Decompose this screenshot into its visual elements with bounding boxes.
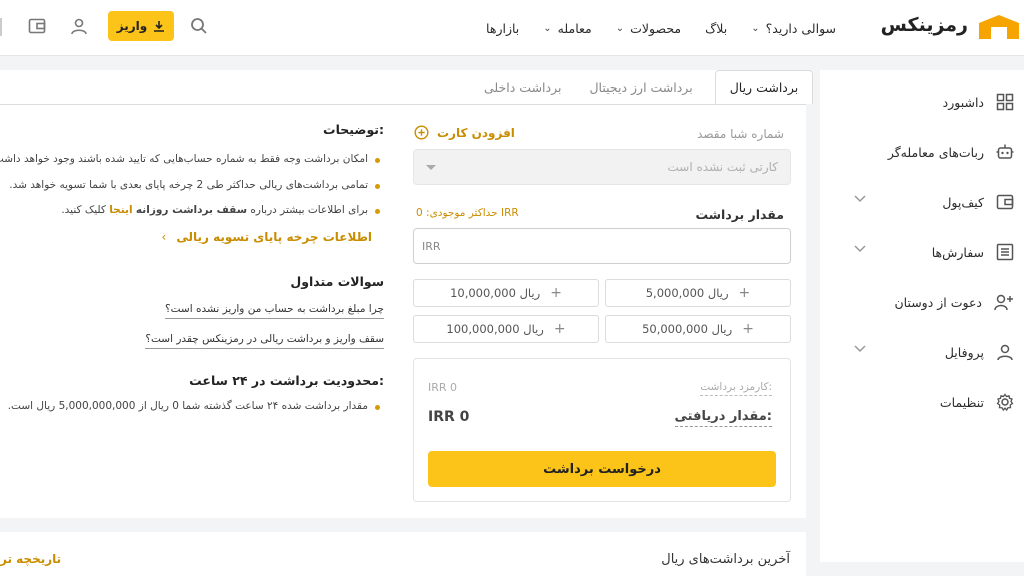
sidebar: داشبورد ربات‌های معامله‌گر کیف‌پول سفارش… (820, 70, 1024, 562)
tab-rial-withdraw[interactable]: برداشت ریال (714, 70, 814, 104)
sidebar-item-bots[interactable]: ربات‌های معامله‌گر (820, 127, 1024, 177)
invite-icon (994, 293, 1014, 311)
search-icon[interactable] (190, 17, 208, 35)
amount-label: مقدار برداشت (695, 207, 784, 222)
faq-item[interactable]: سقف واریز و برداشت ریالی در رمزینکس چقدر… (145, 333, 384, 349)
plus-icon: + (553, 321, 566, 337)
sidebar-item-orders[interactable]: سفارش‌ها (820, 227, 1024, 277)
chevron-down-icon (854, 245, 866, 253)
info-bullet: امکان برداشت وجه فقط به شماره حساب‌هایی … (0, 153, 381, 165)
nav-products[interactable]: محصولات ⌄ (616, 21, 681, 36)
nav-blog[interactable]: بلاگ (705, 21, 727, 36)
here-link[interactable]: اینجا (109, 204, 132, 216)
logo-icon[interactable] (977, 13, 1021, 41)
received-value: IRR 0 (428, 409, 470, 425)
plus-icon: + (550, 285, 562, 301)
orders-icon (996, 243, 1014, 261)
tabs-divider (0, 104, 806, 105)
sidebar-item-settings[interactable]: تنظیمات (820, 377, 1024, 427)
sidebar-item-invite[interactable]: دعوت از دوستان (820, 277, 1024, 327)
faq-item[interactable]: چرا مبلغ برداشت به حساب من واریز نشده اس… (165, 303, 384, 319)
wallet-icon[interactable] (28, 17, 46, 35)
limit-wrap: مقدار برداشت شده ۲۴ ساعت گذشته شما 0 ریا… (0, 395, 384, 419)
info-bullet: تمامی برداشت‌های ریالی حداکثر طی 2 چرخه … (9, 179, 380, 191)
history-link[interactable]: تاریخچه تر (0, 552, 61, 566)
max-balance-link[interactable]: حداکثر موجودی: 0 IRR (416, 207, 519, 219)
sidebar-item-profile[interactable]: پروفایل (820, 327, 1024, 377)
plus-circle-icon (414, 125, 429, 140)
info-title: توضیحات: (323, 122, 384, 137)
amount-input[interactable]: IRR (413, 228, 791, 264)
wallet-icon (996, 193, 1014, 211)
quick-amount-5m[interactable]: 5,000,000 ریال + (605, 279, 791, 307)
quick-amount-50m[interactable]: 50,000,000 ریال + (605, 315, 791, 343)
limit-text: مقدار برداشت شده ۲۴ ساعت گذشته شما 0 ریا… (7, 400, 381, 412)
chevron-down-icon (854, 195, 866, 203)
nav-trade[interactable]: معامله ⌄ (543, 21, 591, 36)
plus-icon: + (742, 321, 754, 337)
withdraw-summary: کارمزد برداشت: IRR 0 مقدار دریافتی: IRR … (413, 358, 791, 502)
fee-label: کارمزد برداشت: (700, 381, 772, 396)
quick-amount-100m[interactable]: 100,000,000 ریال + (413, 315, 599, 343)
paya-info-link[interactable]: اطلاعات چرخه پایای تسویه ریالی › (162, 230, 372, 244)
user-icon[interactable] (70, 17, 88, 35)
chevron-left-icon: › (161, 230, 167, 244)
withdraw-tabs: برداشت ریال برداشت ارز دیجیتال برداشت دا… (470, 70, 814, 104)
tab-internal-withdraw[interactable]: برداشت داخلی (470, 70, 575, 104)
add-card-button[interactable]: افزودن کارت (414, 125, 515, 140)
chevron-down-icon (426, 165, 436, 170)
submit-withdraw-button[interactable]: درخواست برداشت (428, 451, 776, 487)
quick-amount-10m[interactable]: 10,000,000 ریال + (413, 279, 599, 307)
nav-markets[interactable]: بازارها (486, 21, 519, 36)
logo-text[interactable]: رمزینکس (881, 14, 969, 36)
download-icon (153, 20, 165, 32)
user-icon (996, 343, 1014, 361)
tab-crypto-withdraw[interactable]: برداشت ارز دیجیتال (575, 70, 706, 104)
sheba-label: شماره شبا مقصد (697, 127, 784, 141)
gear-icon (996, 393, 1014, 411)
plus-icon: + (738, 285, 751, 301)
fee-value: IRR 0 (428, 381, 458, 394)
recent-withdrawals-card: آخرین برداشت‌های ریال تاریخچه تر (0, 532, 806, 576)
chevron-down-icon: ⌄ (751, 22, 760, 34)
top-header: رمزینکس بازارها معامله ⌄ محصولات ⌄ بلاگ سو… (0, 0, 1024, 56)
chevron-down-icon (854, 345, 866, 353)
info-bullet: برای اطلاعات بیشتر درباره سقف برداشت روز… (61, 204, 380, 216)
deposit-button[interactable]: واریز (108, 11, 174, 41)
card-select[interactable]: کارتی ثبت نشده است (413, 149, 791, 185)
nav-help[interactable]: سوالی دارید؟ ⌄ (751, 21, 836, 36)
chevron-down-icon: ⌄ (543, 22, 552, 34)
grid-icon (996, 93, 1014, 111)
sidebar-item-dashboard[interactable]: داشبورد (820, 77, 1024, 127)
divider (0, 18, 2, 36)
robot-icon (996, 143, 1014, 161)
sidebar-item-wallet[interactable]: کیف‌پول (820, 177, 1024, 227)
main-nav: بازارها معامله ⌄ محصولات ⌄ بلاگ سوالی داری… (486, 0, 836, 56)
faq-title: سوالات متداول (290, 274, 384, 289)
recent-withdrawals-title: آخرین برداشت‌های ریال (661, 552, 790, 567)
chevron-down-icon: ⌄ (615, 22, 625, 34)
limit-title: محدودیت برداشت در ۲۴ ساعت: (189, 373, 384, 388)
received-label: مقدار دریافتی: (674, 409, 772, 427)
